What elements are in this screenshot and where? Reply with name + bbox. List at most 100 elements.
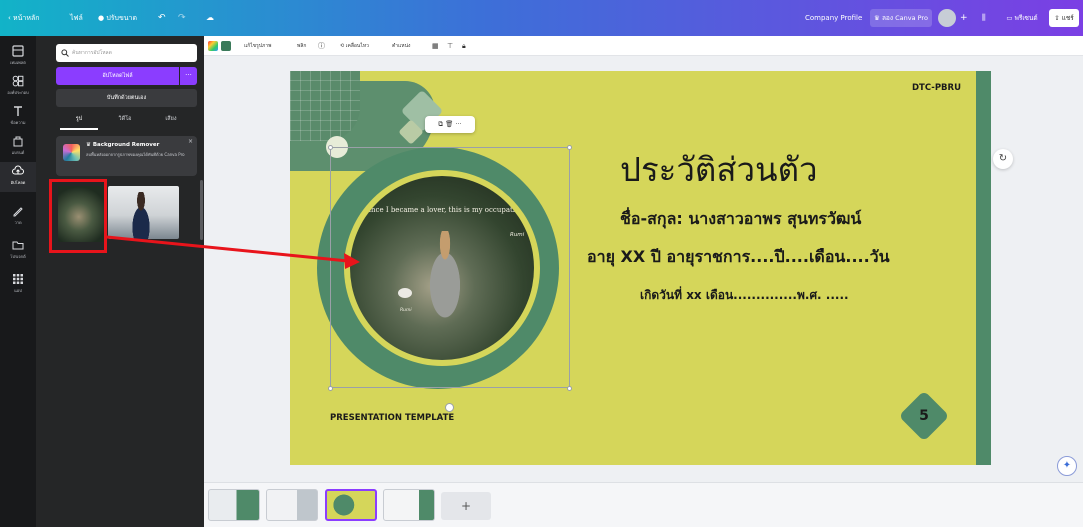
flip-button[interactable]: พลิก bbox=[297, 36, 306, 56]
rail-brand[interactable]: แบรนด์ bbox=[0, 132, 36, 162]
slide-title[interactable]: ประวัติส่วนตัว bbox=[620, 143, 950, 196]
try-pro-button[interactable]: ♛ ลอง Canva Pro bbox=[870, 9, 932, 27]
color-swatch[interactable] bbox=[221, 41, 231, 51]
promo-title: ♛ Background Remover bbox=[86, 142, 160, 148]
magic-assistant-icon[interactable]: ✦ bbox=[1057, 456, 1077, 476]
undo-icon[interactable]: ↶ bbox=[158, 0, 166, 36]
uploaded-image-portrait[interactable] bbox=[108, 186, 179, 239]
info-icon[interactable]: ⓘ bbox=[318, 36, 325, 56]
animate-button[interactable]: ⟲ เคลื่อนไหว bbox=[340, 36, 369, 56]
close-icon[interactable]: × bbox=[188, 138, 193, 145]
analytics-icon[interactable]: ⫼ bbox=[982, 0, 986, 36]
promo-description: ลบพื้นหลังออกจากรูปภาพของคุณได้ทันทีด้วย… bbox=[86, 152, 185, 157]
rail-draw[interactable]: วาด bbox=[0, 202, 36, 232]
trash-icon[interactable]: 🗑︎ bbox=[445, 120, 453, 128]
resize-handle-br[interactable] bbox=[567, 386, 572, 391]
rail-templates-label: เทมเพลต bbox=[10, 60, 26, 65]
back-home-button[interactable]: ‹ หน้าหลัก bbox=[8, 0, 40, 36]
rail-text[interactable]: ข้อความ bbox=[0, 102, 36, 132]
brand-icon bbox=[13, 136, 23, 147]
position-button[interactable]: ตำแหน่ง bbox=[392, 36, 410, 56]
record-yourself-button[interactable]: บันทึกด้วยตนเอง bbox=[56, 89, 197, 107]
page-thumb-4[interactable] bbox=[383, 489, 435, 521]
redo-icon[interactable]: ↷ bbox=[178, 0, 186, 36]
uploads-panel: ค้นหาการอัปโหลด อัปโหลดไฟล์ ··· บันทึกด้… bbox=[36, 36, 204, 527]
page-thumb-3[interactable] bbox=[325, 489, 377, 521]
rail-brand-label: แบรนด์ bbox=[11, 150, 25, 155]
rail-text-label: ข้อความ bbox=[10, 120, 26, 125]
transparency-icon[interactable]: ▦ bbox=[432, 36, 439, 56]
upload-more-button[interactable]: ··· bbox=[180, 67, 197, 85]
panel-scrollbar[interactable] bbox=[200, 180, 203, 240]
back-home-label: หน้าหลัก bbox=[13, 14, 40, 22]
search-placeholder: ค้นหาการอัปโหลด bbox=[72, 50, 112, 56]
rotate-icon[interactable] bbox=[445, 403, 454, 412]
rail-uploads[interactable]: อัปโหลด bbox=[0, 162, 36, 192]
search-icon bbox=[61, 49, 69, 57]
rail-elements-label: องค์ประกอบ bbox=[7, 90, 29, 95]
avatar[interactable] bbox=[938, 9, 956, 27]
text-icon bbox=[14, 106, 22, 116]
page-number[interactable]: 5 bbox=[906, 398, 942, 434]
try-pro-label: ลอง Canva Pro bbox=[881, 14, 928, 22]
tab-images[interactable]: รูป bbox=[62, 112, 96, 127]
resize-handle-tr[interactable] bbox=[567, 145, 572, 150]
upload-files-button[interactable]: อัปโหลดไฟล์ bbox=[56, 67, 179, 85]
element-floating-toolbar[interactable]: ⧉ 🗑︎ ··· bbox=[425, 116, 475, 133]
decor-grid-shape bbox=[290, 71, 360, 141]
rail-apps-label: แอป bbox=[14, 288, 22, 293]
active-tab-indicator bbox=[60, 128, 98, 130]
file-menu[interactable]: ไฟล์ bbox=[70, 0, 83, 36]
more-icon[interactable]: ··· bbox=[455, 120, 461, 128]
slide-age-line[interactable]: อายุ XX ปี อายุราชการ....ปี....เดือน....… bbox=[587, 245, 890, 270]
add-page-button[interactable]: + bbox=[441, 492, 491, 520]
search-input[interactable]: ค้นหาการอัปโหลด bbox=[56, 44, 197, 62]
rail-projects[interactable]: โปรเจกต์ bbox=[0, 236, 36, 266]
slide-footer[interactable]: PRESENTATION TEMPLATE bbox=[330, 413, 454, 423]
draw-icon bbox=[13, 207, 23, 217]
slide-brand[interactable]: DTC-PBRU bbox=[912, 83, 961, 93]
portrait-person bbox=[126, 192, 156, 239]
rail-apps[interactable]: แอป bbox=[0, 270, 36, 300]
resize-handle-tl[interactable] bbox=[328, 145, 333, 150]
add-collaborator-icon[interactable]: + bbox=[960, 0, 968, 36]
color-picker-icon[interactable] bbox=[208, 41, 218, 51]
duplicate-icon[interactable]: ⧉ bbox=[438, 120, 443, 128]
templates-icon bbox=[12, 45, 24, 57]
cloud-sync-icon: ☁ bbox=[206, 13, 214, 22]
editor-toolbar: แก้ไขรูปภาพ พลิก ⓘ ⟲ เคลื่อนไหว ตำแหน่ง … bbox=[204, 36, 1083, 56]
background-remover-logo bbox=[63, 144, 80, 161]
selection-box[interactable] bbox=[330, 147, 570, 388]
rail-templates[interactable]: เทมเพลต bbox=[0, 42, 36, 72]
resize-handle-bl[interactable] bbox=[328, 386, 333, 391]
rail-uploads-label: อัปโหลด bbox=[10, 180, 26, 185]
share-button[interactable]: ⇪ แชร์ bbox=[1049, 9, 1079, 27]
slide-birth-line[interactable]: เกิดวันที่ xx เดือน..............พ.ศ. ..… bbox=[640, 286, 849, 305]
annotation-highlight-box bbox=[49, 179, 107, 253]
background-remover-promo[interactable]: ♛ Background Remover ลบพื้นหลังออกจากรูป… bbox=[56, 136, 197, 176]
page-thumb-2[interactable] bbox=[266, 489, 318, 521]
slide-name-line[interactable]: ชื่อ-สกุล: นางสาวอาพร สุนทรวัฒน์ bbox=[620, 207, 861, 232]
present-label: พรีเซนต์ bbox=[1014, 14, 1038, 22]
paint-roller-icon[interactable]: ⊤ bbox=[447, 36, 453, 56]
tab-videos[interactable]: วิดีโอ bbox=[108, 112, 142, 127]
refresh-icon[interactable]: ↻ bbox=[993, 149, 1013, 169]
rail-projects-label: โปรเจกต์ bbox=[10, 254, 26, 259]
promo-title-text: Background Remover bbox=[92, 142, 160, 148]
rail-draw-label: วาด bbox=[14, 220, 22, 225]
slide-right-bar bbox=[976, 71, 991, 465]
edit-image-button[interactable]: แก้ไขรูปภาพ bbox=[244, 36, 271, 56]
upload-cloud-icon bbox=[12, 165, 24, 175]
tab-audio[interactable]: เสียง bbox=[154, 112, 188, 127]
share-label: แชร์ bbox=[1061, 14, 1074, 22]
present-button[interactable]: ▭ พรีเซนต์ bbox=[998, 9, 1046, 27]
lock-icon[interactable]: 🔒︎ bbox=[462, 36, 466, 56]
document-title[interactable]: Company Profile bbox=[805, 0, 862, 36]
page-thumb-1[interactable] bbox=[208, 489, 260, 521]
folder-icon bbox=[12, 241, 24, 250]
resize-button[interactable]: ● ปรับขนาด bbox=[98, 0, 137, 36]
animate-label: เคลื่อนไหว bbox=[345, 43, 369, 49]
top-bar: ‹ หน้าหลัก ไฟล์ ● ปรับขนาด ↶ ↷ ☁ Company… bbox=[0, 0, 1083, 36]
rail-elements[interactable]: องค์ประกอบ bbox=[0, 72, 36, 102]
apps-grid-icon bbox=[13, 274, 23, 284]
